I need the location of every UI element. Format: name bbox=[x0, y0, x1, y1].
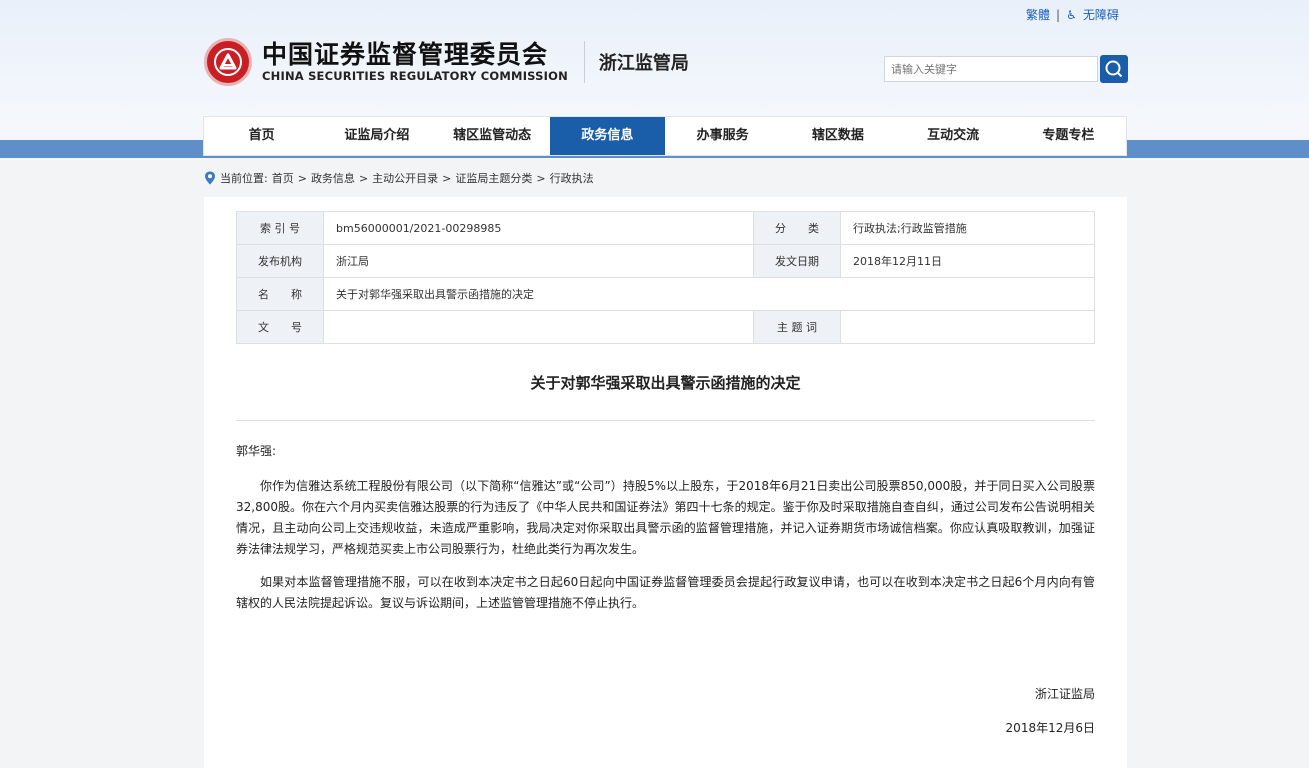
breadcrumb-enforcement[interactable]: 行政执法 bbox=[550, 170, 594, 186]
meta-docno-label: 文 号 bbox=[236, 310, 324, 344]
meta-index-label: 索 引 号 bbox=[236, 211, 324, 245]
breadcrumb-separator: > bbox=[442, 171, 452, 185]
meta-name-value: 关于对郭华强采取出具警示函措施的决定 bbox=[323, 277, 1095, 311]
csrc-emblem-icon bbox=[204, 38, 252, 86]
nav-item-government-info[interactable]: 政务信息 bbox=[549, 117, 665, 155]
document-paragraph: 你作为信雅达系统工程股份有限公司（以下简称“信雅达”或“公司”）持股5%以上股东… bbox=[236, 479, 1095, 556]
site-logo[interactable]: 中国证券监督管理委员会 CHINA SECURITIES REGULATORY … bbox=[204, 38, 689, 86]
meta-category-value: 行政执法;行政监管措施 bbox=[840, 211, 1095, 245]
logo-title-en: CHINA SECURITIES REGULATORY COMMISSION bbox=[262, 69, 568, 83]
breadcrumb-separator: > bbox=[536, 171, 546, 185]
search-icon bbox=[1105, 60, 1123, 78]
meta-publisher-label: 发布机构 bbox=[236, 244, 324, 278]
title-divider bbox=[236, 420, 1095, 421]
meta-publisher-value: 浙江局 bbox=[323, 244, 754, 278]
document-paragraph: 如果对本监督管理措施不服，可以在收到本决定书之日起60日起向中国证券监督管理委员… bbox=[236, 575, 1095, 610]
document-body: 郭华强: 你作为信雅达系统工程股份有限公司（以下简称“信雅达”或“公司”）持股5… bbox=[236, 441, 1095, 626]
nav-item-interaction[interactable]: 互动交流 bbox=[896, 117, 1011, 155]
breadcrumb-separator: > bbox=[358, 171, 369, 185]
accessibility-icon: ♿ bbox=[1066, 7, 1077, 22]
document-signature: 浙江证监局 bbox=[1034, 687, 1095, 701]
search-button[interactable] bbox=[1100, 55, 1128, 83]
meta-name-label: 名 称 bbox=[236, 277, 324, 311]
nav-item-about[interactable]: 证监局介绍 bbox=[319, 117, 434, 155]
breadcrumb: 当前位置: 首页 > 政务信息 > 主动公开目录 > 证监局主题分类 > 行政执… bbox=[204, 170, 594, 186]
document-title: 关于对郭华强采取出具警示函措施的决定 bbox=[530, 374, 801, 392]
meta-index-value: bm56000001/2021-00298985 bbox=[323, 211, 754, 245]
breadcrumb-home[interactable]: 首页 bbox=[272, 170, 294, 186]
meta-date-label: 发文日期 bbox=[753, 244, 841, 278]
breadcrumb-prefix: 当前位置: bbox=[220, 172, 268, 185]
bureau-name: 浙江监管局 bbox=[598, 53, 689, 74]
meta-keyword-value bbox=[840, 310, 1095, 344]
divider: | bbox=[1056, 7, 1061, 22]
nav-item-topics[interactable]: 专题专栏 bbox=[1011, 117, 1126, 155]
breadcrumb-separator: > bbox=[297, 171, 307, 185]
document-salutation: 郭华强: bbox=[236, 444, 277, 458]
search-input[interactable] bbox=[884, 56, 1098, 82]
nav-item-regional-data[interactable]: 辖区数据 bbox=[780, 117, 895, 155]
meta-date-value: 2018年12月11日 bbox=[840, 244, 1095, 278]
nav-item-services[interactable]: 办事服务 bbox=[665, 117, 780, 155]
nav-item-regional-news[interactable]: 辖区监管动态 bbox=[435, 117, 550, 155]
location-pin-icon bbox=[205, 171, 215, 185]
breadcrumb-government-info[interactable]: 政务信息 bbox=[311, 170, 355, 186]
meta-keyword-label: 主 题 词 bbox=[753, 310, 841, 344]
document-panel: 索 引 号 bm56000001/2021-00298985 分 类 行政执法;… bbox=[204, 197, 1127, 768]
logo-title-cn: 中国证券监督管理委员会 bbox=[262, 40, 549, 69]
main-nav: 首页 证监局介绍 辖区监管动态 政务信息 办事服务 辖区数据 互动交流 专题专栏 bbox=[203, 116, 1127, 156]
meta-docno-value bbox=[323, 310, 754, 344]
logo-divider bbox=[583, 41, 585, 83]
accessibility-link[interactable]: 无障碍 bbox=[1083, 6, 1119, 23]
top-links: 繁體 | ♿ 无障碍 bbox=[1026, 6, 1119, 23]
document-sign-date: 2018年12月6日 bbox=[1005, 721, 1095, 735]
nav-item-home[interactable]: 首页 bbox=[204, 117, 319, 155]
lang-toggle-link[interactable]: 繁體 bbox=[1026, 6, 1050, 23]
meta-category-label: 分 类 bbox=[753, 211, 841, 245]
breadcrumb-topic-category[interactable]: 证监局主题分类 bbox=[455, 170, 532, 186]
breadcrumb-public-catalog[interactable]: 主动公开目录 bbox=[372, 170, 438, 186]
document-meta-table: 索 引 号 bm56000001/2021-00298985 分 类 行政执法;… bbox=[236, 211, 1095, 344]
